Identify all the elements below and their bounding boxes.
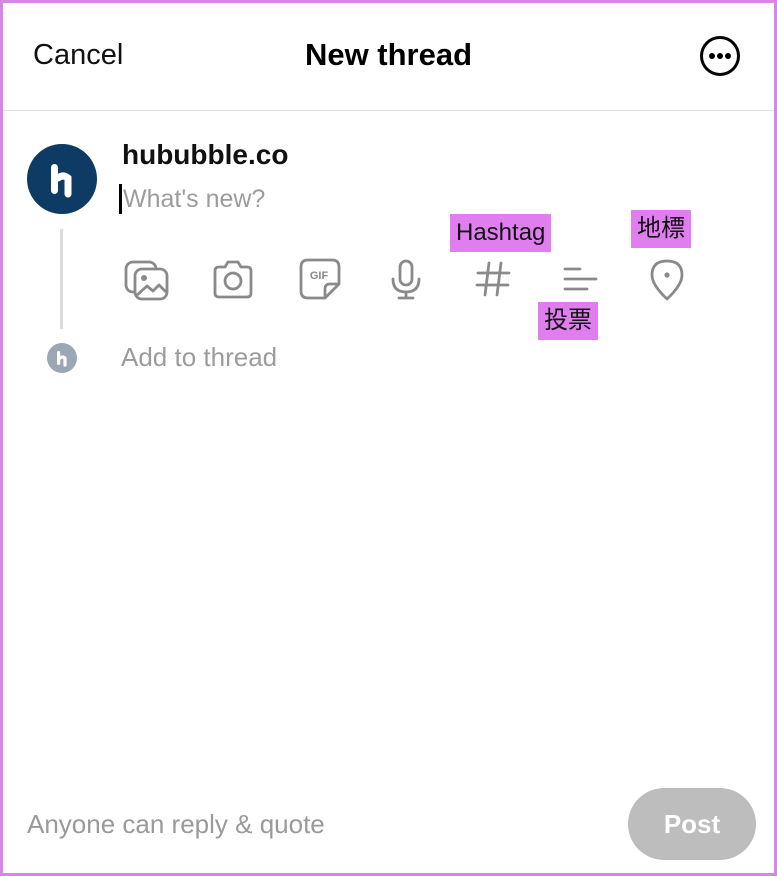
poll-button[interactable] [556,255,604,303]
hashtag-icon [475,261,511,297]
gallery-button[interactable] [123,255,171,303]
camera-button[interactable] [209,255,257,303]
gif-sticker-icon: GIF [299,258,341,300]
gif-button[interactable]: GIF [296,255,344,303]
username: hububble.co [122,139,289,170]
reply-setting-link[interactable]: Anyone can reply & quote [27,809,325,840]
location-button[interactable] [643,255,691,303]
more-options-button[interactable] [700,36,740,76]
hashtag-button[interactable] [469,255,517,303]
voice-button[interactable] [382,255,430,303]
text-cursor [119,184,122,214]
thread-line [60,229,63,329]
image-gallery-icon [124,260,169,301]
avatar [27,144,97,214]
small-avatar [47,343,77,373]
poll-icon [563,267,598,291]
poll-annotation: 投票 [538,302,598,340]
app-frame: Cancel New thread hububble.co What's new… [0,0,777,876]
brand-logo-icon [51,164,72,198]
location-annotation: 地標 [631,210,691,248]
cancel-button[interactable]: Cancel [33,39,123,72]
microphone-icon [391,259,421,300]
brand-logo-icon [57,351,67,367]
add-to-thread-button[interactable]: Add to thread [121,342,277,373]
svg-text:GIF: GIF [310,270,329,282]
camera-icon [213,260,253,299]
header-bar: Cancel New thread [3,3,774,111]
post-button[interactable]: Post [628,788,756,860]
more-horizontal-icon [709,53,731,59]
compose-input[interactable] [123,183,543,215]
location-pin-icon [650,259,684,301]
hashtag-annotation: Hashtag [450,214,552,252]
